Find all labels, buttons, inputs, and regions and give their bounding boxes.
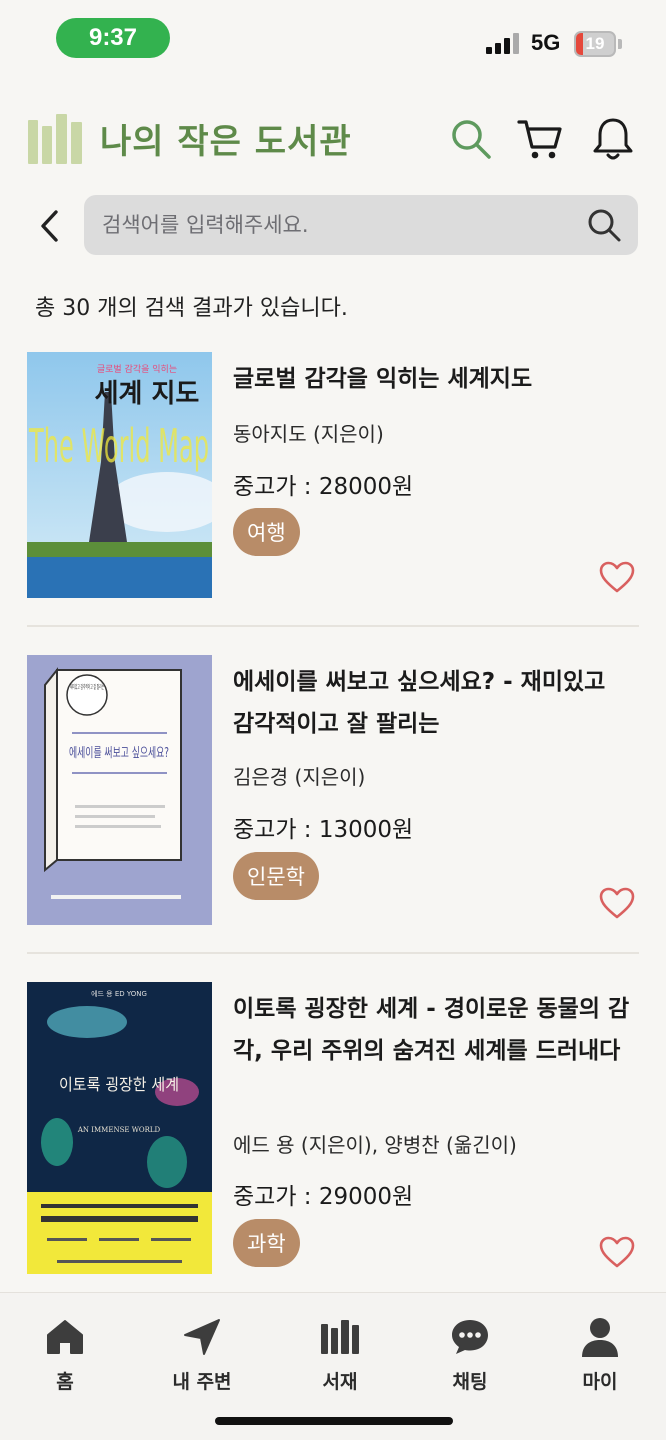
book-title[interactable]: 이토록 굉장한 세계 - 경이로운 동물의 감각, 우리 주위의 숨겨진 세계를… bbox=[233, 988, 633, 1072]
nav-label: 채팅 bbox=[452, 1371, 488, 1393]
chat-bubble-icon bbox=[448, 1315, 492, 1359]
cellular-signal-icon bbox=[486, 32, 520, 54]
search-submit-button[interactable] bbox=[582, 203, 626, 247]
book-price: 중고가 : 28000원 bbox=[233, 474, 414, 500]
status-bar: 9:37 5G 19 bbox=[0, 0, 666, 80]
book-cover-image: 재미있고 감각적이고 잘 팔리는 에세이를 써보고 싶으세요? bbox=[27, 655, 212, 925]
favorite-button[interactable] bbox=[595, 883, 639, 923]
nav-label: 마이 bbox=[582, 1371, 618, 1393]
book-cover[interactable]: 재미있고 감각적이고 잘 팔리는 에세이를 써보고 싶으세요? bbox=[27, 655, 212, 925]
status-time: 9:37 bbox=[56, 18, 170, 58]
book-cover-image: 글로벌 감각을 익히는 세계 지도 The World Map bbox=[27, 352, 212, 598]
book-price: 중고가 : 29000원 bbox=[233, 1184, 414, 1210]
cover-title: 이토록 굉장한 세계 bbox=[59, 1075, 179, 1094]
favorite-button[interactable] bbox=[595, 1232, 639, 1272]
battery-level: 19 bbox=[585, 34, 605, 53]
list-divider bbox=[27, 952, 639, 954]
bell-icon bbox=[593, 118, 633, 160]
search-input[interactable] bbox=[102, 195, 572, 255]
notification-button[interactable] bbox=[588, 114, 638, 164]
user-icon bbox=[578, 1315, 622, 1359]
book-title[interactable]: 글로벌 감각을 익히는 세계지도 bbox=[233, 358, 633, 400]
result-count: 총 30 개의 검색 결과가 있습니다. bbox=[35, 296, 348, 321]
book-title[interactable]: 에세이를 써보고 싶으세요? - 재미있고 감각적이고 잘 팔리는 bbox=[233, 661, 633, 745]
book-author: 동아지도 (지은이) bbox=[233, 422, 384, 446]
search-icon bbox=[588, 209, 621, 242]
nav-label: 서재 bbox=[322, 1371, 358, 1393]
cover-title: 세계 지도 bbox=[95, 379, 200, 409]
nav-bookshelf[interactable]: 서재 bbox=[285, 1315, 395, 1395]
category-tag[interactable]: 과학 bbox=[233, 1219, 300, 1267]
heart-icon bbox=[599, 1236, 635, 1268]
nav-chat[interactable]: 채팅 bbox=[415, 1315, 525, 1395]
cover-badge: 재미있고 감각적이고 잘 팔리는 bbox=[70, 683, 104, 691]
search-icon bbox=[452, 120, 491, 159]
app-title: 나의 작은 도서관 bbox=[100, 122, 352, 162]
book-cover-image: 에드 용 ED YONG 이토록 굉장한 세계 AN IMMENSE WORLD bbox=[27, 982, 212, 1274]
favorite-button[interactable] bbox=[595, 557, 639, 597]
cover-subtitle: 글로벌 감각을 익히는 bbox=[97, 363, 177, 375]
nav-nearby[interactable]: 내 주변 bbox=[147, 1315, 257, 1395]
nav-label: 내 주변 bbox=[172, 1371, 232, 1393]
network-type: 5G bbox=[531, 30, 561, 55]
cover-author: 에드 용 ED YONG bbox=[91, 989, 147, 998]
nav-label: 홈 bbox=[56, 1371, 74, 1393]
heart-icon bbox=[599, 887, 635, 919]
library-books-icon bbox=[28, 114, 82, 164]
chevron-left-icon bbox=[41, 210, 58, 242]
cover-title: 에세이를 써보고 싶으세요? bbox=[69, 746, 169, 761]
book-cover[interactable]: 글로벌 감각을 익히는 세계 지도 The World Map bbox=[27, 352, 212, 598]
list-divider bbox=[27, 625, 639, 627]
search-bar bbox=[84, 195, 638, 255]
home-indicator[interactable] bbox=[215, 1417, 453, 1425]
cover-overlay: The World Map bbox=[28, 419, 209, 473]
header-search-button[interactable] bbox=[446, 114, 496, 164]
category-tag[interactable]: 여행 bbox=[233, 508, 300, 556]
heart-icon bbox=[599, 561, 635, 593]
nav-my[interactable]: 마이 bbox=[545, 1315, 655, 1395]
cart-icon bbox=[517, 120, 562, 159]
battery-tip bbox=[618, 39, 622, 49]
battery-icon: 19 bbox=[574, 31, 616, 57]
book-cover[interactable]: 에드 용 ED YONG 이토록 굉장한 세계 AN IMMENSE WORLD bbox=[27, 982, 212, 1274]
book-author: 김은경 (지은이) bbox=[233, 765, 366, 789]
bookshelf-icon bbox=[318, 1315, 362, 1359]
cart-button[interactable] bbox=[515, 114, 565, 164]
cover-english: AN IMMENSE WORLD bbox=[77, 1126, 161, 1134]
home-icon bbox=[43, 1315, 87, 1359]
book-price: 중고가 : 13000원 bbox=[233, 817, 414, 843]
category-tag[interactable]: 인문학 bbox=[233, 852, 319, 900]
book-author: 에드 용 (지은이), 양병찬 (옮긴이) bbox=[233, 1133, 517, 1157]
location-arrow-icon bbox=[180, 1315, 224, 1359]
back-button[interactable] bbox=[28, 204, 72, 248]
nav-home[interactable]: 홈 bbox=[10, 1315, 120, 1395]
app-header: 나의 작은 도서관 bbox=[0, 100, 666, 180]
